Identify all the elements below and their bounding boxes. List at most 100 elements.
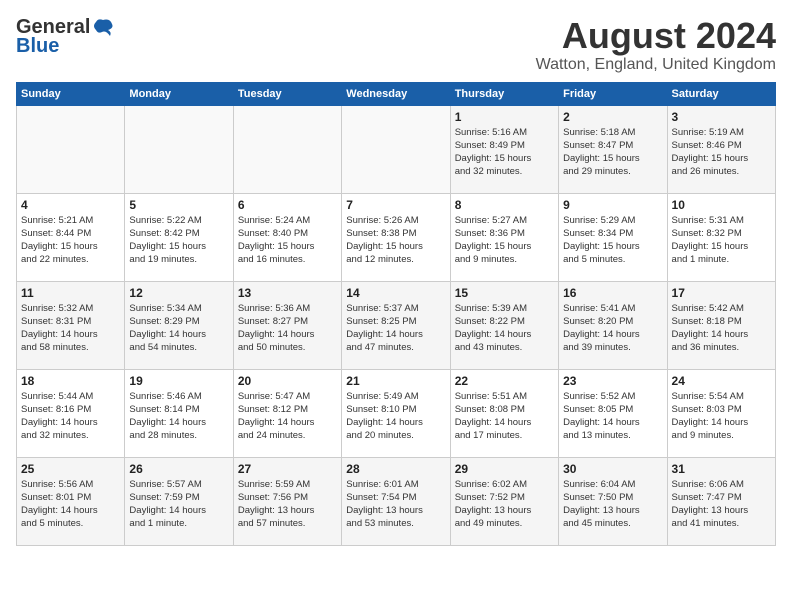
day-number: 2 [563, 110, 662, 124]
day-number: 29 [455, 462, 554, 476]
day-number: 30 [563, 462, 662, 476]
calendar-cell: 28 Sunrise: 6:01 AMSunset: 7:54 PMDayligh… [342, 457, 450, 545]
week-row-1: 1 Sunrise: 5:16 AMSunset: 8:49 PMDaylight… [17, 105, 776, 193]
calendar-cell: 8 Sunrise: 5:27 AMSunset: 8:36 PMDaylight… [450, 193, 558, 281]
calendar-cell: 24Sunrise: 5:54 AMSunset: 8:03 PMDayligh… [667, 369, 775, 457]
calendar-cell: 20 Sunrise: 5:47 AMSunset: 8:12 PMDayligh… [233, 369, 341, 457]
day-number: 14 [346, 286, 445, 300]
day-info: Sunrise: 5:27 AMSunset: 8:36 PMDaylight:… [455, 214, 554, 267]
calendar-cell: 16 Sunrise: 5:41 AMSunset: 8:20 PMDayligh… [559, 281, 667, 369]
calendar-cell: 29 Sunrise: 6:02 AMSunset: 7:52 PMDayligh… [450, 457, 558, 545]
col-thursday: Thursday [450, 82, 558, 105]
calendar-table: Sunday Monday Tuesday Wednesday Thursday… [16, 82, 776, 546]
calendar-cell: 26Sunrise: 5:57 AMSunset: 7:59 PMDayligh… [125, 457, 233, 545]
day-number: 25 [21, 462, 120, 476]
day-info: Sunrise: 5:59 AMSunset: 7:56 PMDaylight:… [238, 478, 337, 531]
calendar-cell: 10 Sunrise: 5:31 AMSunset: 8:32 PMDayligh… [667, 193, 775, 281]
day-info: Sunrise: 5:34 AMSunset: 8:29 PMDaylight:… [129, 302, 228, 355]
calendar-cell: 2Sunrise: 5:18 AMSunset: 8:47 PMDaylight… [559, 105, 667, 193]
day-info: Sunrise: 5:42 AMSunset: 8:18 PMDaylight:… [672, 302, 771, 355]
day-info: Sunrise: 5:47 AMSunset: 8:12 PMDaylight:… [238, 390, 337, 443]
day-info: Sunrise: 5:39 AMSunset: 8:22 PMDaylight:… [455, 302, 554, 355]
day-info: Sunrise: 5:37 AMSunset: 8:25 PMDaylight:… [346, 302, 445, 355]
day-info: Sunrise: 5:49 AMSunset: 8:10 PMDaylight:… [346, 390, 445, 443]
calendar-cell: 22Sunrise: 5:51 AMSunset: 8:08 PMDayligh… [450, 369, 558, 457]
day-info: Sunrise: 5:24 AMSunset: 8:40 PMDaylight:… [238, 214, 337, 267]
day-number: 16 [563, 286, 662, 300]
day-number: 9 [563, 198, 662, 212]
calendar-cell: 5 Sunrise: 5:22 AMSunset: 8:42 PMDaylight… [125, 193, 233, 281]
day-number: 7 [346, 198, 445, 212]
day-number: 12 [129, 286, 228, 300]
day-info: Sunrise: 5:46 AMSunset: 8:14 PMDaylight:… [129, 390, 228, 443]
day-number: 6 [238, 198, 337, 212]
calendar-cell [17, 105, 125, 193]
calendar-cell: 13 Sunrise: 5:36 AMSunset: 8:27 PMDayligh… [233, 281, 341, 369]
calendar-cell: 18Sunrise: 5:44 AMSunset: 8:16 PMDayligh… [17, 369, 125, 457]
day-info: Sunrise: 5:22 AMSunset: 8:42 PMDaylight:… [129, 214, 228, 267]
day-number: 28 [346, 462, 445, 476]
day-number: 23 [563, 374, 662, 388]
day-number: 5 [129, 198, 228, 212]
calendar-cell: 23 Sunrise: 5:52 AMSunset: 8:05 PMDayligh… [559, 369, 667, 457]
calendar-cell: 11 Sunrise: 5:32 AMSunset: 8:31 PMDayligh… [17, 281, 125, 369]
calendar-title: August 2024 [536, 16, 776, 56]
day-info: Sunrise: 5:41 AMSunset: 8:20 PMDaylight:… [563, 302, 662, 355]
day-info: Sunrise: 5:52 AMSunset: 8:05 PMDaylight:… [563, 390, 662, 443]
day-info: Sunrise: 5:31 AMSunset: 8:32 PMDaylight:… [672, 214, 771, 267]
calendar-cell [125, 105, 233, 193]
calendar-cell: 25Sunrise: 5:56 AMSunset: 8:01 PMDayligh… [17, 457, 125, 545]
day-number: 31 [672, 462, 771, 476]
day-number: 3 [672, 110, 771, 124]
calendar-cell: 9 Sunrise: 5:29 AMSunset: 8:34 PMDaylight… [559, 193, 667, 281]
day-number: 10 [672, 198, 771, 212]
calendar-cell: 4 Sunrise: 5:21 AMSunset: 8:44 PMDaylight… [17, 193, 125, 281]
col-friday: Friday [559, 82, 667, 105]
day-number: 26 [129, 462, 228, 476]
day-number: 4 [21, 198, 120, 212]
day-number: 22 [455, 374, 554, 388]
day-info: Sunrise: 5:26 AMSunset: 8:38 PMDaylight:… [346, 214, 445, 267]
calendar-cell: 15 Sunrise: 5:39 AMSunset: 8:22 PMDayligh… [450, 281, 558, 369]
day-info: Sunrise: 6:02 AMSunset: 7:52 PMDaylight:… [455, 478, 554, 531]
title-area: August 2024 Watton, England, United King… [536, 16, 776, 74]
col-monday: Monday [125, 82, 233, 105]
day-number: 8 [455, 198, 554, 212]
calendar-cell: 12 Sunrise: 5:34 AMSunset: 8:29 PMDayligh… [125, 281, 233, 369]
day-info: Sunrise: 5:54 AMSunset: 8:03 PMDaylight:… [672, 390, 771, 443]
calendar-cell: 21Sunrise: 5:49 AMSunset: 8:10 PMDayligh… [342, 369, 450, 457]
day-number: 15 [455, 286, 554, 300]
day-info: Sunrise: 6:01 AMSunset: 7:54 PMDaylight:… [346, 478, 445, 531]
day-number: 11 [21, 286, 120, 300]
calendar-cell [342, 105, 450, 193]
calendar-cell: 7 Sunrise: 5:26 AMSunset: 8:38 PMDaylight… [342, 193, 450, 281]
calendar-cell: 30Sunrise: 6:04 AMSunset: 7:50 PMDayligh… [559, 457, 667, 545]
calendar-cell: 19 Sunrise: 5:46 AMSunset: 8:14 PMDayligh… [125, 369, 233, 457]
col-wednesday: Wednesday [342, 82, 450, 105]
logo: General Blue [16, 16, 114, 58]
day-info: Sunrise: 5:16 AMSunset: 8:49 PMDaylight:… [455, 126, 554, 179]
page-header: General Blue August 2024 Watton, England… [16, 16, 776, 74]
day-info: Sunrise: 5:29 AMSunset: 8:34 PMDaylight:… [563, 214, 662, 267]
day-info: Sunrise: 6:06 AMSunset: 7:47 PMDaylight:… [672, 478, 771, 531]
calendar-cell: 31 Sunrise: 6:06 AMSunset: 7:47 PMDayligh… [667, 457, 775, 545]
col-saturday: Saturday [667, 82, 775, 105]
day-number: 27 [238, 462, 337, 476]
day-number: 13 [238, 286, 337, 300]
col-tuesday: Tuesday [233, 82, 341, 105]
day-number: 1 [455, 110, 554, 124]
week-row-4: 18Sunrise: 5:44 AMSunset: 8:16 PMDayligh… [17, 369, 776, 457]
calendar-cell: 3Sunrise: 5:19 AMSunset: 8:46 PMDaylight… [667, 105, 775, 193]
logo-bird-icon [92, 18, 114, 38]
calendar-cell: 17 Sunrise: 5:42 AMSunset: 8:18 PMDayligh… [667, 281, 775, 369]
day-number: 20 [238, 374, 337, 388]
week-row-3: 11 Sunrise: 5:32 AMSunset: 8:31 PMDayligh… [17, 281, 776, 369]
day-number: 19 [129, 374, 228, 388]
day-number: 17 [672, 286, 771, 300]
day-info: Sunrise: 5:32 AMSunset: 8:31 PMDaylight:… [21, 302, 120, 355]
calendar-cell: 1 Sunrise: 5:16 AMSunset: 8:49 PMDaylight… [450, 105, 558, 193]
logo-blue-text: Blue [16, 35, 59, 58]
day-info: Sunrise: 5:36 AMSunset: 8:27 PMDaylight:… [238, 302, 337, 355]
day-info: Sunrise: 5:44 AMSunset: 8:16 PMDaylight:… [21, 390, 120, 443]
day-info: Sunrise: 5:21 AMSunset: 8:44 PMDaylight:… [21, 214, 120, 267]
